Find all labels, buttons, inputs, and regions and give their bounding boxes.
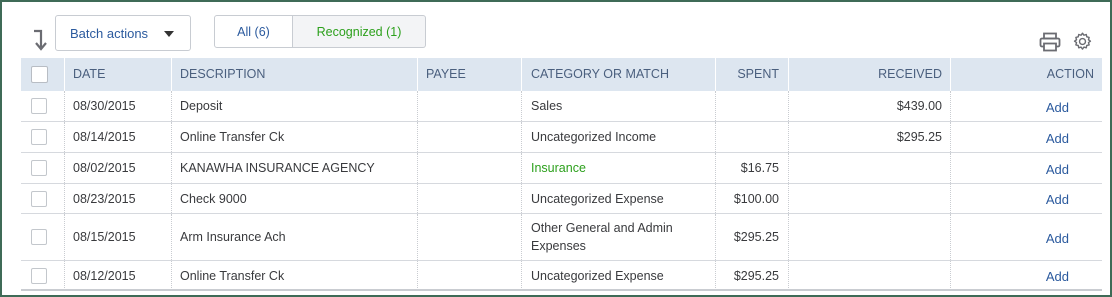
tab-recognized[interactable]: Recognized (1) [293,15,426,48]
header-category[interactable]: CATEGORY OR MATCH [531,58,669,91]
category-line-1: Other General and Admin [531,221,673,235]
add-button[interactable]: Add [959,186,1069,213]
header-payee[interactable]: PAYEE [426,58,466,91]
header-spent[interactable]: SPENT [721,58,779,91]
add-button[interactable]: Add [959,124,1069,152]
select-all-checkbox[interactable] [31,66,48,83]
cell-description: Check 9000 [180,191,247,206]
table-row[interactable]: 08/30/2015 Deposit Sales $439.00 Add [21,91,1102,122]
cell-description: Online Transfer Ck [180,130,285,144]
cell-date: 08/14/2015 [73,130,136,144]
cell-description: KANAWHA INSURANCE AGENCY [180,161,375,175]
row-checkbox[interactable] [31,129,47,145]
table-row[interactable]: 08/23/2015 Check 9000 Uncategorized Expe… [21,184,1102,214]
row-checkbox[interactable] [31,191,47,207]
cell-category-recognized[interactable]: Insurance [531,153,586,183]
cell-description: Arm Insurance Ach [180,230,286,244]
cell-spent [721,122,779,152]
cell-received [797,261,942,290]
print-icon[interactable] [1039,32,1061,52]
cell-description: Online Transfer Ck [180,268,285,283]
header-received[interactable]: RECEIVED [797,58,942,91]
gear-icon[interactable] [1072,31,1093,52]
cell-date: 08/23/2015 [73,191,136,206]
batch-actions-label: Batch actions [70,25,149,41]
cell-date: 08/15/2015 [73,230,136,244]
row-checkbox[interactable] [31,160,47,176]
category-line-2: Expenses [531,239,586,253]
cell-spent: $16.75 [740,161,779,175]
add-button[interactable]: Add [959,263,1069,290]
cell-received: $295.25 [896,130,942,144]
cell-date: 08/30/2015 [73,99,136,113]
table-row[interactable]: 08/12/2015 Online Transfer Ck Uncategori… [21,261,1102,290]
cell-received [797,184,942,213]
cell-date: 08/02/2015 [73,161,136,175]
cell-spent [721,91,779,121]
cell-spent: $100.00 [733,191,779,206]
batch-actions-dropdown[interactable]: Batch actions [55,15,191,51]
cell-spent: $295.25 [733,230,779,244]
cell-category: Uncategorized Income [531,130,657,144]
add-button[interactable]: Add [959,93,1069,121]
header-action: ACTION [1046,67,1094,81]
cell-description: Deposit [180,99,223,113]
cell-spent: $295.25 [733,268,779,283]
table-header: DATE DESCRIPTION PAYEE CATEGORY OR MATCH… [21,58,1102,91]
filter-tabs: All (6) Recognized (1) [214,15,426,48]
table-row[interactable]: 08/14/2015 Online Transfer Ck Uncategori… [21,122,1102,153]
row-checkbox[interactable] [31,229,47,245]
transactions-table: DATE DESCRIPTION PAYEE CATEGORY OR MATCH… [21,58,1102,290]
bank-transactions-panel: Batch actions All (6) Recognized (1) DAT… [0,0,1112,297]
row-checkbox[interactable] [31,268,47,284]
row-checkbox[interactable] [31,98,47,114]
cell-received [797,153,942,183]
cell-date: 08/12/2015 [73,268,136,283]
table-row[interactable]: 08/02/2015 KANAWHA INSURANCE AGENCY Insu… [21,153,1102,184]
cell-received: $439.00 [896,99,942,113]
add-button[interactable]: Add [959,155,1069,183]
table-bottom-border [21,289,1102,291]
header-description[interactable]: DESCRIPTION [180,58,265,91]
cell-category: Other General and Admin Expenses [531,214,673,260]
cell-category: Sales [531,99,563,113]
cell-category: Uncategorized Expense [531,268,664,283]
cell-category: Uncategorized Expense [531,191,664,206]
header-date[interactable]: DATE [73,58,105,91]
table-row[interactable]: 08/15/2015 Arm Insurance Ach Other Gener… [21,214,1102,261]
tab-all[interactable]: All (6) [214,15,293,48]
cell-received [797,214,942,260]
add-button[interactable]: Add [959,216,1069,260]
chevron-down-icon [164,31,174,37]
sort-arrow-icon[interactable] [31,28,51,52]
